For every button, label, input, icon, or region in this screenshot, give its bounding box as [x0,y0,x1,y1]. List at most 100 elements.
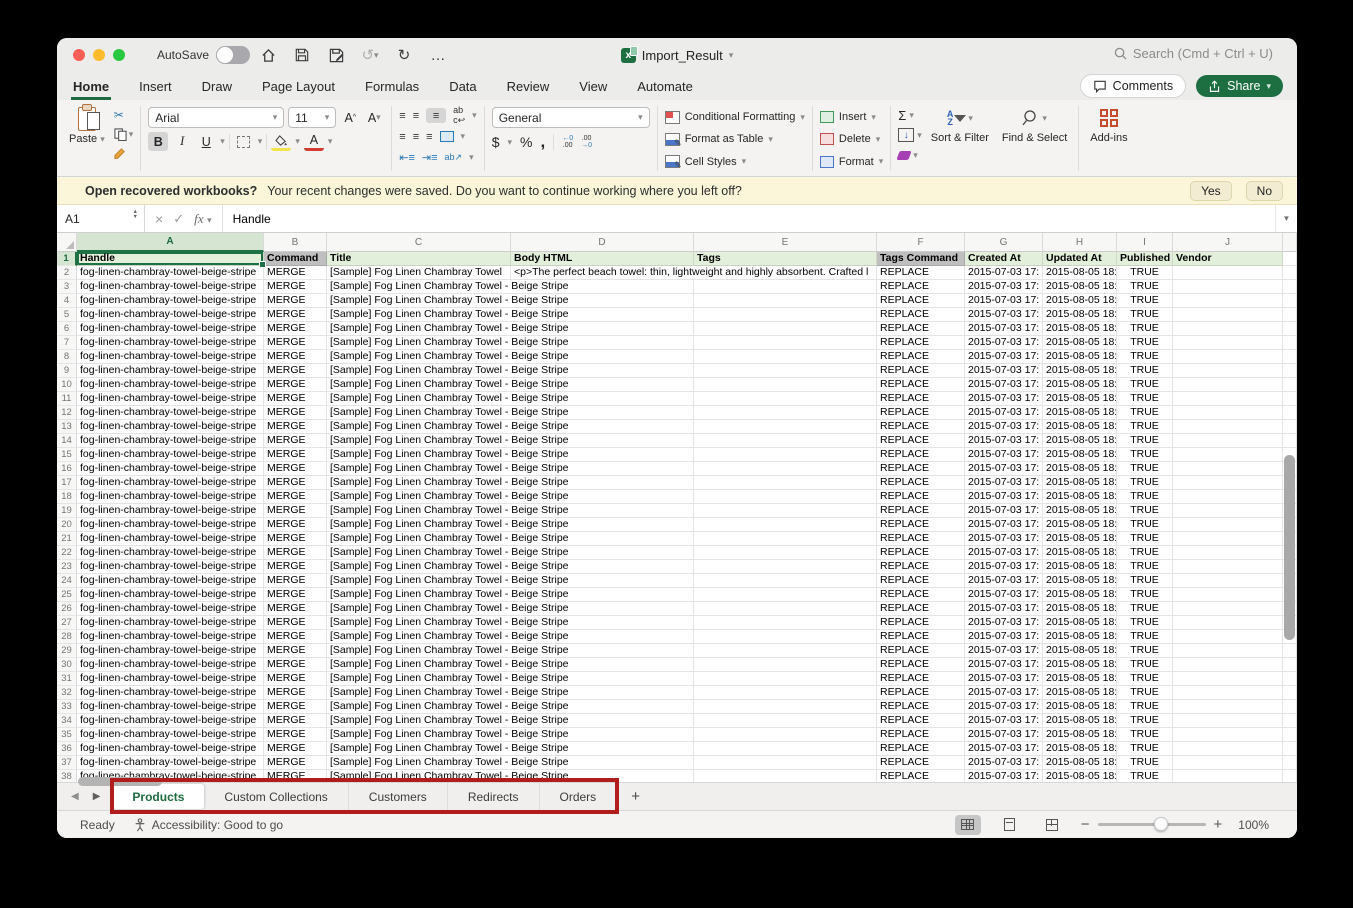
cell-tags[interactable] [694,770,877,782]
cell-created_at[interactable]: 2015-07-03 17: [965,574,1043,588]
cell-tags[interactable] [694,406,877,420]
cell-vendor[interactable] [1173,350,1283,364]
cell-created_at[interactable]: 2015-07-03 17: [965,434,1043,448]
cell-tags_command[interactable]: REPLACE [877,266,965,280]
cell-vendor[interactable] [1173,770,1283,782]
cell-tags_command[interactable]: REPLACE [877,658,965,672]
cell-filler[interactable] [1283,672,1297,686]
cell-created_at[interactable]: 2015-07-03 17: [965,392,1043,406]
row-header-11[interactable]: 11 [57,392,77,406]
cell-published[interactable]: TRUE [1117,728,1173,742]
cell-vendor[interactable] [1173,700,1283,714]
cell-header-command[interactable]: Command [264,252,327,266]
cell-published[interactable]: TRUE [1117,364,1173,378]
row-header-2[interactable]: 2 [57,266,77,280]
cell-updated_at[interactable]: 2015-08-05 18: [1043,364,1117,378]
conditional-formatting-button[interactable]: Conditional Formatting▾ [665,107,805,127]
next-sheet-icon[interactable]: ▶ [93,791,101,802]
cell-published[interactable]: TRUE [1117,434,1173,448]
cell-published[interactable]: TRUE [1117,700,1173,714]
tab-insert[interactable]: Insert [137,75,174,100]
cell-handle[interactable]: fog-linen-chambray-towel-beige-stripe [77,462,264,476]
cell-created_at[interactable]: 2015-07-03 17: [965,280,1043,294]
wrap-text-icon[interactable]: abc↩ [453,105,465,126]
cell-updated_at[interactable]: 2015-08-05 18: [1043,672,1117,686]
cell-tags[interactable] [694,364,877,378]
cell-published[interactable]: TRUE [1117,658,1173,672]
cell-title[interactable]: [Sample] Fog Linen Chambray Towel - Beig… [327,350,694,364]
cell-vendor[interactable] [1173,630,1283,644]
cell-filler[interactable] [1283,644,1297,658]
insert-cells-button[interactable]: Insert▾ [820,107,883,127]
find-select-button[interactable]: ▾ Find & Select [998,105,1071,144]
redo-icon[interactable]: ↻ [393,44,415,66]
cell-header-tags[interactable]: Tags [694,252,877,266]
cell-created_at[interactable]: 2015-07-03 17: [965,336,1043,350]
cell-published[interactable]: TRUE [1117,350,1173,364]
column-header-C[interactable]: C [327,233,511,252]
cell-filler[interactable] [1283,350,1297,364]
more-commands-icon[interactable]: … [427,44,449,66]
page-break-view-button[interactable] [1039,815,1065,835]
cell-title[interactable]: [Sample] Fog Linen Chambray Towel - Beig… [327,462,694,476]
cell-handle[interactable]: fog-linen-chambray-towel-beige-stripe [77,308,264,322]
cell-tags_command[interactable]: REPLACE [877,504,965,518]
horizontal-scrollbar[interactable] [78,777,162,786]
cell-tags_command[interactable]: REPLACE [877,308,965,322]
cell-updated_at[interactable]: 2015-08-05 18: [1043,350,1117,364]
cell-updated_at[interactable]: 2015-08-05 18: [1043,462,1117,476]
zoom-slider-thumb[interactable] [1154,817,1168,831]
cell-filler[interactable] [1283,700,1297,714]
cell-tags[interactable] [694,518,877,532]
cell-filler[interactable] [1283,728,1297,742]
home-icon[interactable] [257,44,279,66]
cell-command[interactable]: MERGE [264,770,327,782]
minimize-window-button[interactable] [93,49,105,61]
row-header-25[interactable]: 25 [57,588,77,602]
cell-command[interactable]: MERGE [264,560,327,574]
cell-tags[interactable] [694,504,877,518]
cell-command[interactable]: MERGE [264,602,327,616]
cell-command[interactable]: MERGE [264,658,327,672]
cell-handle[interactable]: fog-linen-chambray-towel-beige-stripe [77,364,264,378]
cell-tags_command[interactable]: REPLACE [877,350,965,364]
cell-updated_at[interactable]: 2015-08-05 18: [1043,630,1117,644]
row-header-29[interactable]: 29 [57,644,77,658]
row-header-14[interactable]: 14 [57,434,77,448]
tab-review[interactable]: Review [505,75,552,100]
sheet-tab-redirects[interactable]: Redirects [448,783,540,810]
cell-handle[interactable]: fog-linen-chambray-towel-beige-stripe [77,350,264,364]
cell-handle[interactable]: fog-linen-chambray-towel-beige-stripe [77,574,264,588]
cell-tags_command[interactable]: REPLACE [877,770,965,782]
cell-tags_command[interactable]: REPLACE [877,672,965,686]
cell-title[interactable]: [Sample] Fog Linen Chambray Towel - Beig… [327,672,694,686]
cell-filler[interactable] [1283,434,1297,448]
cell-body_html[interactable]: <p>The perfect beach towel: thin, lightw… [511,266,877,280]
column-header-I[interactable]: I [1117,233,1173,252]
zoom-in-icon[interactable]: + [1214,816,1223,833]
cell-published[interactable]: TRUE [1117,322,1173,336]
cell-handle[interactable]: fog-linen-chambray-towel-beige-stripe [77,490,264,504]
sheet-tab-customers[interactable]: Customers [349,783,448,810]
cell-title[interactable]: [Sample] Fog Linen Chambray Towel - Beig… [327,560,694,574]
cell-title[interactable]: [Sample] Fog Linen Chambray Towel - Beig… [327,392,694,406]
cell-published[interactable]: TRUE [1117,266,1173,280]
row-header-9[interactable]: 9 [57,364,77,378]
column-header-J[interactable]: J [1173,233,1283,252]
row-header-33[interactable]: 33 [57,700,77,714]
cell-title[interactable]: [Sample] Fog Linen Chambray Towel - Beig… [327,476,694,490]
cell-tags_command[interactable]: REPLACE [877,420,965,434]
cell-handle[interactable]: fog-linen-chambray-towel-beige-stripe [77,700,264,714]
cell-tags[interactable] [694,308,877,322]
cell-title[interactable]: [Sample] Fog Linen Chambray Towel - Beig… [327,742,694,756]
cell-created_at[interactable]: 2015-07-03 17: [965,700,1043,714]
align-right-icon[interactable]: ≡ [426,131,432,143]
cell-created_at[interactable]: 2015-07-03 17: [965,448,1043,462]
cell-tags[interactable] [694,476,877,490]
cell-vendor[interactable] [1173,756,1283,770]
cell-created_at[interactable]: 2015-07-03 17: [965,364,1043,378]
cell-handle[interactable]: fog-linen-chambray-towel-beige-stripe [77,504,264,518]
cell-command[interactable]: MERGE [264,476,327,490]
italic-button[interactable]: I [172,132,192,151]
cell-command[interactable]: MERGE [264,322,327,336]
